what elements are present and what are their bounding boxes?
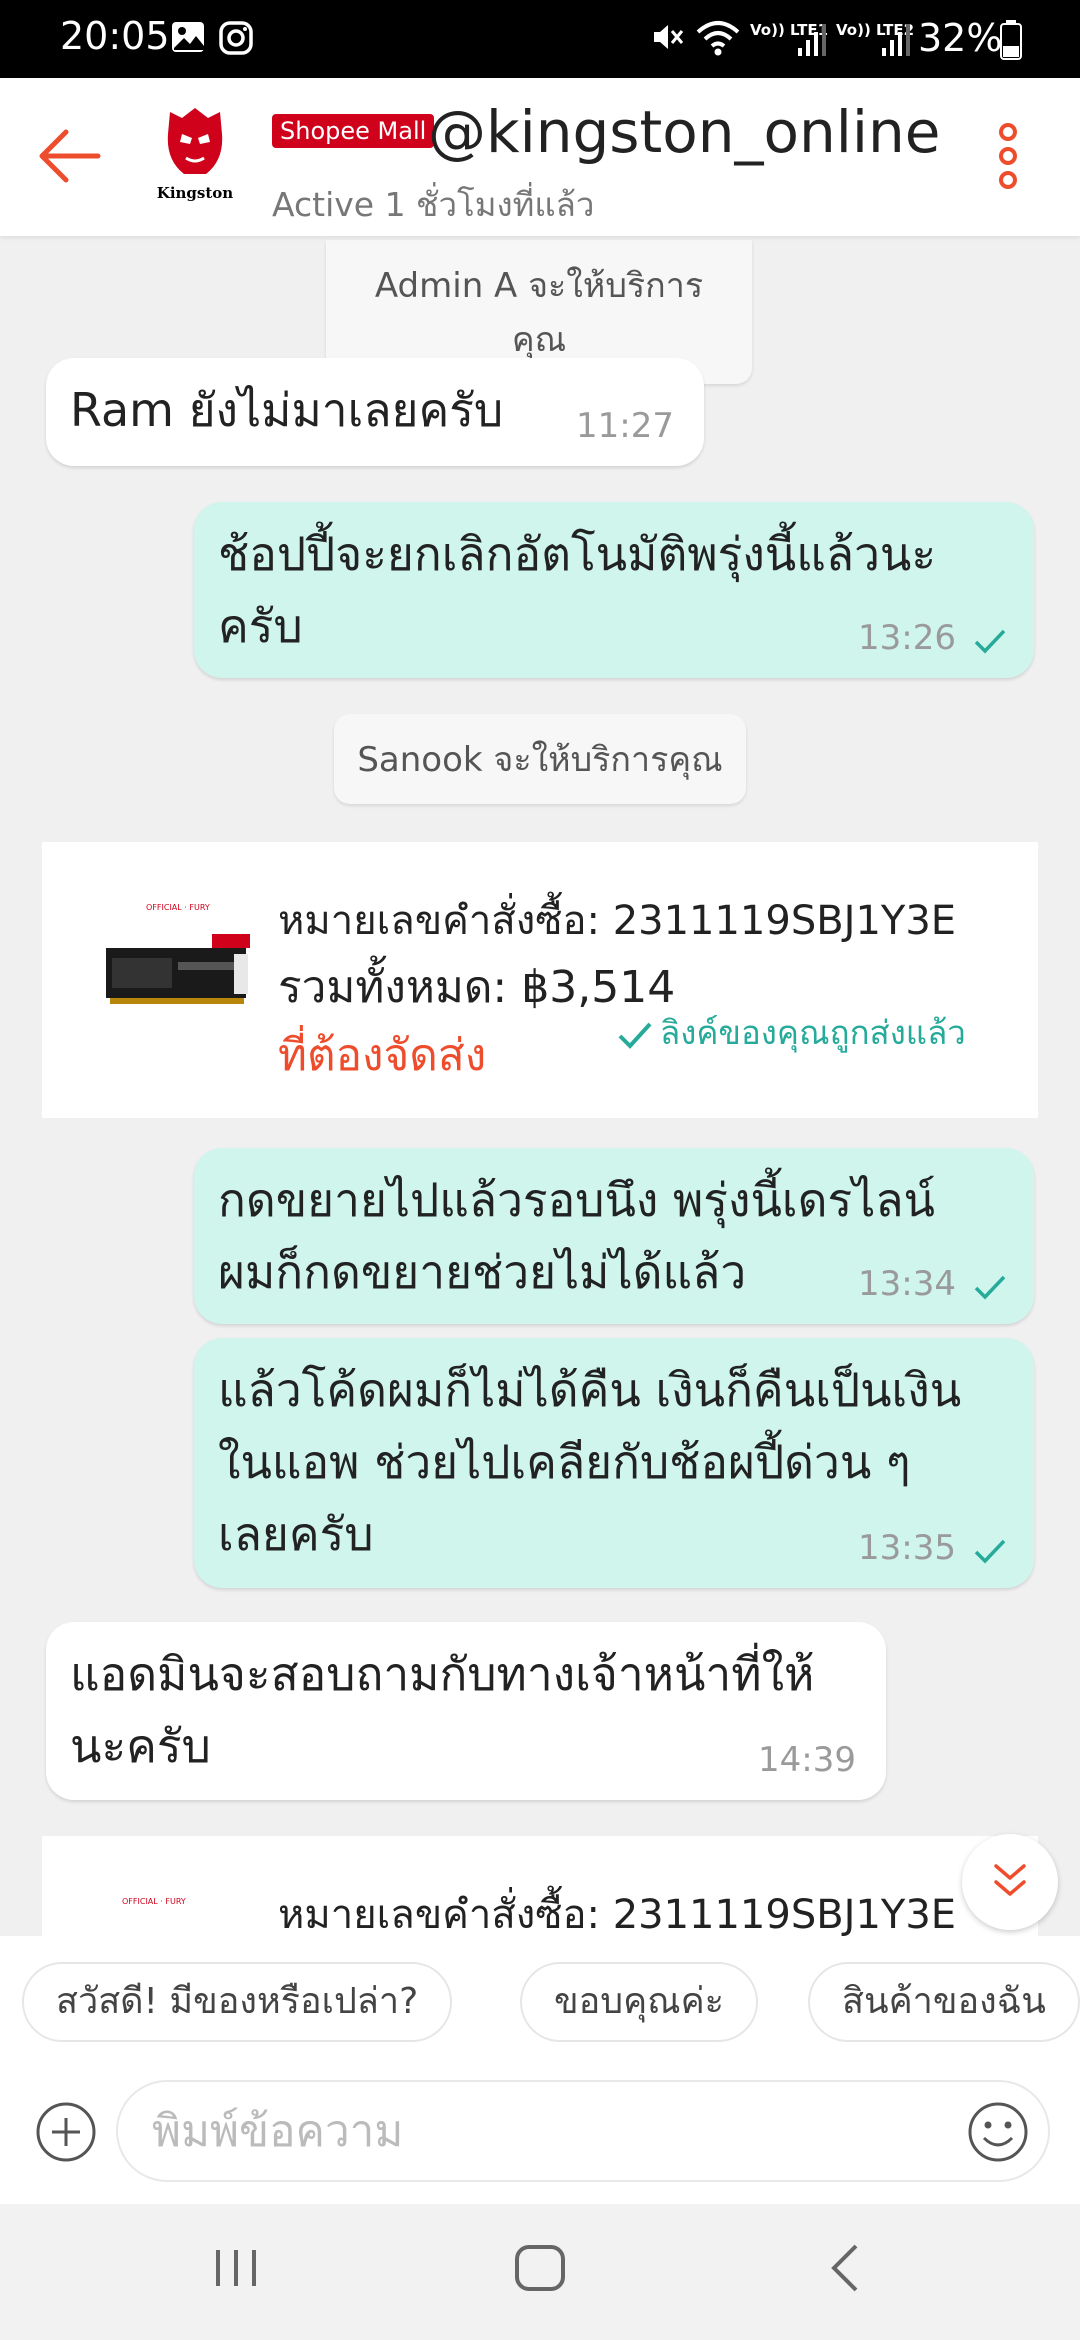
check-icon (618, 1022, 652, 1049)
product-thumbnail: OFFICIAL · FURY (100, 898, 250, 1028)
shop-name[interactable]: @kingston_online (428, 98, 940, 166)
status-time: 20:05 (60, 14, 170, 58)
order-card[interactable]: OFFICIAL · FURY หมายเลขคำสั่งซื้อ: 23111… (42, 1836, 1038, 1936)
battery-icon (1000, 20, 1022, 60)
svg-text:OFFICIAL · FURY: OFFICIAL · FURY (122, 1897, 186, 1906)
battery-percent: 32% (918, 16, 1003, 60)
active-status: Active 1 ชั่วโมงที่แล้ว (272, 185, 595, 224)
message-input[interactable] (116, 2080, 1050, 2182)
wifi-icon (696, 21, 740, 56)
scroll-to-bottom-button[interactable] (962, 1834, 1058, 1930)
message-text: แอดมินจะสอบถามกับทางเจ้าหน้าที่ให้นะครับ (70, 1647, 815, 1773)
quick-reply-chip[interactable]: สินค้าของฉัน (808, 1962, 1080, 2042)
link-sent-text: ลิงค์ของคุณถูกส่งแล้ว (660, 1013, 966, 1052)
message-time: 11:27 (576, 406, 674, 446)
sent-check-icon (974, 1539, 1006, 1564)
store-logo-thumbnail: OFFICIAL · FURY (122, 1897, 186, 1906)
chat-header: Kingston Shopee Mall @kingston_online Ac… (0, 78, 1080, 236)
signal2-icon (882, 24, 910, 56)
svg-text:Kingston: Kingston (157, 184, 234, 202)
quick-reply-bar: สวัสดี! มีของหรือเปล่า? ขอบคุณค่ะ สินค้า… (0, 1936, 1080, 2060)
home-icon[interactable] (512, 2242, 568, 2294)
signal1-icon (798, 24, 826, 56)
quick-reply-chip[interactable]: ขอบคุณค่ะ (520, 1962, 758, 2042)
incoming-message: แอดมินจะสอบถามกับทางเจ้าหน้าที่ให้นะครับ… (46, 1622, 886, 1800)
outgoing-message: ช้อปปี้จะยกเลิกอัตโนมัติพรุ่งนี้แล้วนะคร… (194, 502, 1034, 678)
system-message-sanook: Sanook จะให้บริการคุณ (334, 714, 746, 804)
shop-avatar[interactable]: Kingston (150, 104, 240, 204)
message-time: 13:34 (858, 1264, 956, 1304)
shopee-mall-badge: Shopee Mall (272, 114, 435, 148)
message-input-bar (0, 2060, 1080, 2204)
instagram-notification-icon (219, 21, 253, 55)
message-time: 13:35 (858, 1528, 956, 1568)
add-attachment-icon[interactable] (34, 2100, 98, 2164)
order-card[interactable]: OFFICIAL · FURY หมายเลขคำสั่งซื้อ: 23111… (42, 842, 1038, 1118)
system-navigation-bar (0, 2204, 1080, 2340)
kingston-logo-icon: Kingston (157, 108, 234, 202)
more-options-icon[interactable] (996, 122, 1020, 190)
outgoing-message: แล้วโค้ดผมก็ไม่ได้คืน เงินก็คืนเป็นเงินใ… (194, 1338, 1034, 1588)
back-nav-icon[interactable] (824, 2242, 864, 2294)
order-number: หมายเลขคำสั่งซื้อ: 2311119SBJ1Y3E (278, 898, 957, 944)
mute-icon (654, 25, 684, 49)
incoming-message: Ram ยังไม่มาเลยครับ 11:27 (46, 358, 704, 466)
sent-check-icon (974, 629, 1006, 654)
recent-apps-icon[interactable] (210, 2242, 262, 2294)
link-sent-status: ลิงค์ของคุณถูกส่งแล้ว (616, 1006, 966, 1059)
message-time: 14:39 (758, 1740, 856, 1780)
message-time: 13:26 (858, 618, 956, 658)
status-bar: 20:05 Vo)) LTE1 Vo)) LTE2 32% (0, 0, 1080, 78)
emoji-icon[interactable] (966, 2100, 1030, 2164)
double-chevron-down-icon (994, 1864, 1026, 1896)
order-number: หมายเลขคำสั่งซื้อ: 2311119SBJ1Y3E (278, 1892, 957, 1936)
order-status: ที่ต้องจัดส่ง (278, 1030, 487, 1081)
svg-text:OFFICIAL · FURY: OFFICIAL · FURY (146, 903, 210, 912)
outgoing-message: กดขยายไปแล้วรอบนึง พรุ่งนี้เดรไลน์ ผมก็ก… (194, 1148, 1034, 1324)
back-arrow-icon[interactable] (36, 126, 102, 186)
quick-reply-chip[interactable]: สวัสดี! มีของหรือเปล่า? (22, 1962, 453, 2042)
gallery-notification-icon (172, 22, 204, 52)
sent-check-icon (974, 1275, 1006, 1300)
